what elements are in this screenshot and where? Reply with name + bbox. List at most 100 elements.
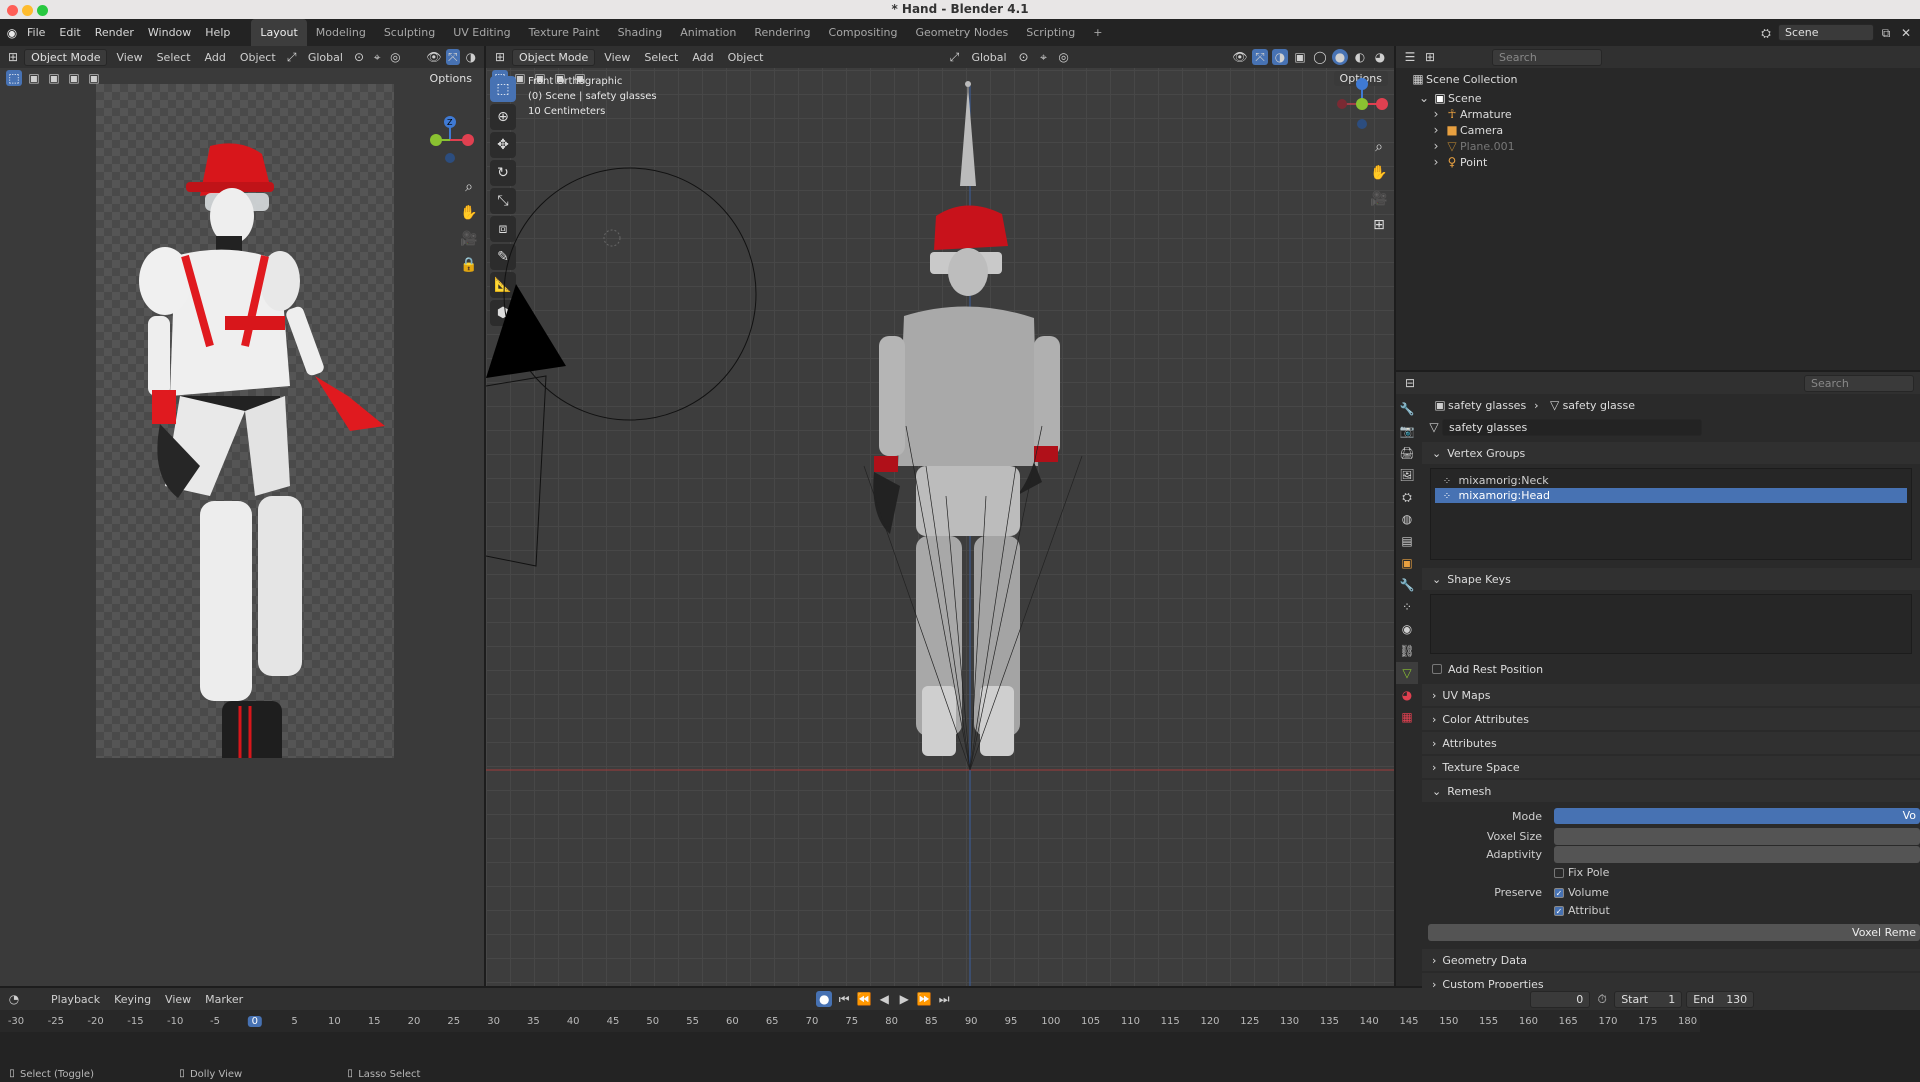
tab-shading[interactable]: Shading (609, 26, 672, 39)
tab-animation[interactable]: Animation (671, 26, 745, 39)
render-tab-icon[interactable]: 📷 (1396, 420, 1418, 442)
expand-arrow-icon[interactable]: › (1428, 106, 1444, 122)
play-reverse-icon[interactable]: ◀ (876, 991, 892, 1007)
scene-collection-row[interactable]: ▦ Scene Collection (1396, 68, 1920, 90)
vertex-group-item-neck[interactable]: ⁘ mixamorig:Neck (1435, 473, 1907, 488)
timeline-editor-icon[interactable]: ◔ (6, 991, 22, 1007)
gizmo-icon[interactable]: ⤧ (445, 49, 460, 65)
tool-tab-icon[interactable]: 🔧 (1396, 398, 1418, 420)
pivot-icon[interactable]: ⊙ (352, 49, 366, 65)
main-camera-view-icon[interactable]: 🎥 (1366, 186, 1392, 212)
menu-file[interactable]: File (20, 26, 52, 39)
left-orientation-dropdown[interactable]: Global (303, 51, 348, 64)
add-rest-checkbox[interactable] (1432, 664, 1442, 674)
data-tab-icon[interactable]: ▽ (1396, 662, 1418, 684)
attributes-header[interactable]: › Attributes (1422, 732, 1920, 754)
tab-geometry-nodes[interactable]: Geometry Nodes (906, 26, 1017, 39)
display-mode-icon[interactable]: ⊞ (1422, 49, 1438, 65)
material-tab-icon[interactable]: ◕ (1396, 684, 1418, 706)
select-box-icon[interactable]: ⬚ (6, 70, 22, 86)
color-attributes-header[interactable]: › Color Attributes (1422, 708, 1920, 730)
minimize-window-button[interactable] (22, 5, 33, 16)
stopwatch-icon[interactable]: ⏱ (1594, 991, 1610, 1007)
geometry-data-header[interactable]: › Geometry Data (1422, 949, 1920, 971)
outliner-search[interactable]: Search (1492, 48, 1602, 66)
tab-uv-editing[interactable]: UV Editing (444, 26, 519, 39)
texture-tab-icon[interactable]: ▦ (1396, 706, 1418, 728)
current-frame-field[interactable]: 0 (1530, 990, 1591, 1008)
uv-maps-header[interactable]: › UV Maps (1422, 684, 1920, 706)
outliner-item-plane[interactable]: › ▽ Plane.001 (1396, 138, 1920, 154)
view-layer-tab-icon[interactable]: 🖼 (1396, 464, 1418, 486)
shape-keys-header[interactable]: ⌄ Shape Keys (1422, 568, 1920, 590)
left-navigation-gizmo[interactable]: Z (428, 116, 476, 164)
tab-layout[interactable]: Layout (251, 19, 307, 46)
volume-checkbox[interactable]: ✓ (1554, 888, 1564, 898)
menu-window[interactable]: Window (141, 26, 198, 39)
record-icon[interactable]: ● (816, 991, 833, 1007)
tab-rendering[interactable]: Rendering (745, 26, 819, 39)
scene-collection-item[interactable]: ⌄ ▣ Scene (1396, 90, 1920, 106)
remesh-mode-selector[interactable]: Vo (1554, 808, 1920, 824)
expand-arrow-icon[interactable]: › (1428, 138, 1444, 154)
left-viewport[interactable]: ⊞ Object Mode View Select Add Object ⤢ G… (0, 46, 484, 986)
left-mode-dropdown[interactable]: Object Mode (24, 48, 108, 66)
collection-tab-icon[interactable]: ▤ (1396, 530, 1418, 552)
properties-search[interactable]: Search (1804, 374, 1914, 392)
lock-icon[interactable]: 🔒 (456, 252, 482, 278)
timeline-track-area[interactable] (0, 1032, 1700, 1066)
visibility-icon[interactable]: 👁 (426, 49, 441, 65)
blender-logo-icon[interactable]: ◉ (4, 25, 20, 41)
remesh-header[interactable]: ⌄ Remesh (1422, 780, 1920, 802)
timeline-ruler[interactable]: -30 -25 -20 -15 -10 -5 0 5 10 15 20 25 30 35 40 45 50 55 6… (0, 1010, 1700, 1066)
end-frame-field[interactable]: End 130 (1686, 990, 1755, 1008)
outliner-item-armature[interactable]: › ☥ Armature (1396, 106, 1920, 122)
outliner-item-point[interactable]: › ♀ Point (1396, 154, 1920, 170)
preserve-attributes-option[interactable]: ✓ Attribut (1554, 904, 1610, 917)
voxel-size-field[interactable] (1554, 828, 1920, 845)
output-tab-icon[interactable]: 🖨 (1396, 442, 1418, 464)
expand-icon[interactable]: ⌄ (1416, 90, 1432, 106)
add-rest-position-row[interactable]: Add Rest Position (1422, 658, 1920, 680)
mesh-name-field[interactable]: safety glasses (1442, 418, 1702, 436)
timeline-menu-playback[interactable]: Playback (46, 993, 105, 1006)
mesh-datablock-icon[interactable]: ▽ (1426, 419, 1442, 435)
select-mode-subtract-icon[interactable]: ▣ (66, 70, 82, 86)
timeline-menu-view[interactable]: View (160, 993, 196, 1006)
prev-key-icon[interactable]: ⏪ (856, 991, 872, 1007)
fix-poles-checkbox[interactable] (1554, 868, 1564, 878)
expand-arrow-icon[interactable]: › (1428, 122, 1444, 138)
snap-icon[interactable]: ⌖ (370, 49, 384, 65)
texture-space-header[interactable]: › Texture Space (1422, 756, 1920, 778)
physics-tab-icon[interactable]: ◉ (1396, 618, 1418, 640)
menu-help[interactable]: Help (198, 26, 237, 39)
left-options-dropdown[interactable]: Options (423, 70, 478, 86)
proportional-icon[interactable]: ◎ (388, 49, 402, 65)
play-icon[interactable]: ▶ (896, 991, 912, 1007)
outliner-editor-icon[interactable]: ☰ (1402, 49, 1418, 65)
zoom-window-button[interactable] (37, 5, 48, 16)
main-pan-hand-icon[interactable]: ✋ (1366, 160, 1392, 186)
jump-start-icon[interactable]: ⏮ (836, 991, 852, 1007)
editor-type-icon[interactable]: ⊞ (6, 49, 20, 65)
left-menu-view[interactable]: View (111, 51, 147, 64)
main-viewport[interactable]: ⊞ Object Mode View Select Add Object ⤢ G… (486, 46, 1394, 986)
add-workspace-button[interactable]: + (1084, 26, 1111, 39)
menu-edit[interactable]: Edit (52, 26, 87, 39)
vertex-groups-header[interactable]: ⌄ Vertex Groups (1422, 442, 1920, 464)
select-mode-new-icon[interactable]: ▣ (26, 70, 42, 86)
properties-editor-icon[interactable]: ⊟ (1402, 375, 1418, 391)
main-navigation-gizmo[interactable] (1334, 76, 1390, 132)
attributes-checkbox[interactable]: ✓ (1554, 906, 1564, 916)
constraint-tab-icon[interactable]: ⛓ (1396, 640, 1418, 662)
tab-modeling[interactable]: Modeling (307, 26, 375, 39)
modifier-tab-icon[interactable]: 🔧 (1396, 574, 1418, 596)
vertex-group-item-head[interactable]: ⁘ mixamorig:Head (1435, 488, 1907, 503)
main-zoom-icon[interactable]: ⌕ (1366, 134, 1392, 160)
fix-poles-option[interactable]: Fix Pole (1554, 866, 1609, 879)
pan-hand-icon[interactable]: ✋ (456, 200, 482, 226)
expand-arrow-icon[interactable]: › (1428, 154, 1444, 170)
left-menu-add[interactable]: Add (200, 51, 231, 64)
world-tab-icon[interactable]: ◍ (1396, 508, 1418, 530)
particles-tab-icon[interactable]: ⁘ (1396, 596, 1418, 618)
